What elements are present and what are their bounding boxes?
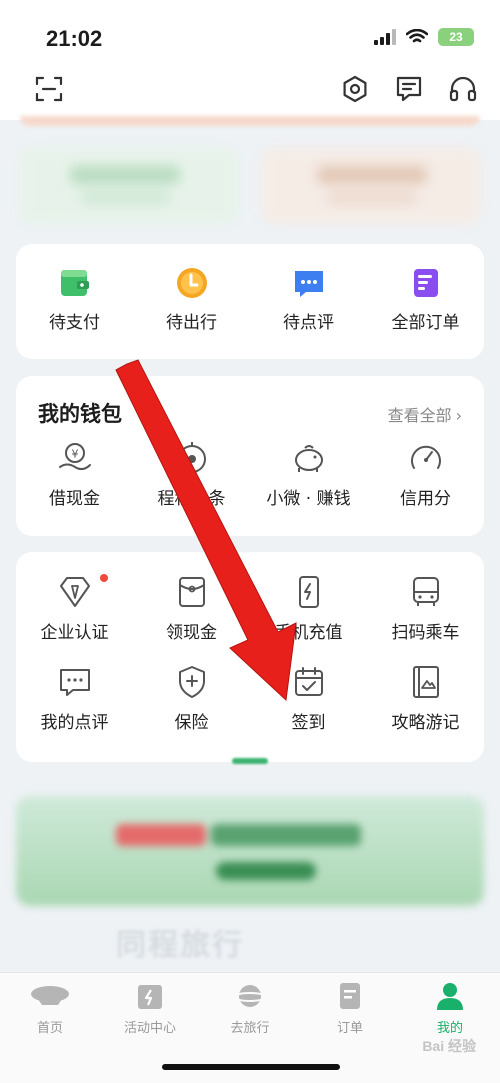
tab-label: 首页 (36, 1021, 63, 1036)
status-bar: 21:02 23 (0, 0, 500, 64)
service-label: 领现金 (166, 623, 217, 643)
top-bar (0, 64, 500, 120)
home-indicator (162, 1064, 340, 1070)
promo-banner[interactable] (16, 796, 484, 906)
comment-icon (294, 271, 323, 297)
wallet-borrow-cash[interactable]: ¥ 借现金 (16, 440, 133, 509)
battery-icon: 23 (438, 28, 474, 46)
service-travel-guide[interactable]: 攻略游记 (367, 664, 484, 733)
tab-label: 去旅行 (230, 1021, 270, 1036)
service-insurance[interactable]: 保险 (133, 664, 250, 733)
watermark: Bai 经验 (422, 1038, 476, 1054)
order-label: 待支付 (49, 313, 100, 333)
headset-icon[interactable] (448, 74, 478, 104)
service-my-reviews[interactable]: 我的点评 (16, 664, 133, 733)
blurred-promo-left[interactable] (20, 148, 238, 224)
chat-bubble-icon (59, 669, 90, 696)
order-icon (340, 983, 360, 1009)
service-label: 攻略游记 (391, 713, 460, 733)
service-label: 保险 (174, 713, 209, 733)
wallet-title: 我的钱包 (38, 402, 122, 426)
wallet-view-all-link[interactable]: 查看全部 › (388, 402, 462, 426)
clock-icon (176, 268, 207, 298)
order-label: 待点评 (283, 313, 334, 333)
service-enterprise-auth[interactable]: 企业认证 (16, 574, 133, 643)
calendar-check-icon (294, 667, 323, 696)
scan-icon[interactable] (34, 74, 64, 104)
tab-home[interactable]: 首页 (0, 981, 100, 1036)
service-scan-bus[interactable]: 扫码乘车 (367, 574, 484, 643)
wallet-label: 借现金 (49, 489, 100, 509)
service-phone-recharge[interactable]: 手机充值 (250, 574, 367, 643)
settings-icon[interactable] (340, 74, 370, 104)
tab-label: 我的 (436, 1021, 463, 1036)
cash-hand-icon: ¥ (58, 443, 91, 471)
wallet-more-label: 查看全部 (387, 406, 452, 425)
svg-text:¥: ¥ (71, 448, 78, 461)
message-icon[interactable] (394, 74, 424, 104)
travel-guide-icon (412, 666, 439, 698)
service-get-cash[interactable]: 领现金 (133, 574, 250, 643)
tab-go-travel[interactable]: 去旅行 (200, 981, 300, 1036)
order-pending-payment[interactable]: 待支付 (16, 266, 133, 333)
service-label: 企业认证 (40, 623, 109, 643)
service-label: 扫码乘车 (391, 623, 460, 643)
chevron-right-icon: › (455, 406, 462, 425)
diamond-tie-icon (59, 577, 90, 607)
wallet-credit-bar[interactable]: 程程白条 (133, 440, 250, 509)
home-airship-icon (31, 986, 69, 1005)
activity-calendar-icon (138, 985, 162, 1009)
order-pending-trip[interactable]: 待出行 (133, 266, 250, 333)
gauge-icon (410, 445, 441, 469)
order-all[interactable]: 全部订单 (367, 266, 484, 333)
brand-logo-text: 同程旅行 (116, 928, 244, 963)
wallet-credit-score[interactable]: 信用分 (367, 440, 484, 509)
service-label: 签到 (291, 713, 326, 733)
services-card: 企业认证 领现金 手机充值 扫码乘车 我的点评 保险 签到 攻略游记 (16, 552, 484, 762)
planet-icon (233, 985, 267, 1007)
wallet-card: 我的钱包 查看全部 › ¥ 借现金 程程白条 小微 · 赚钱 信用分 (16, 376, 484, 536)
tab-label: 活动中心 (123, 1021, 176, 1036)
wallet-label: 程程白条 (157, 489, 226, 509)
wallet-earn-money[interactable]: 小微 · 赚钱 (250, 440, 367, 509)
service-label: 我的点评 (40, 713, 109, 733)
service-label: 手机充值 (274, 623, 343, 643)
credit-bar-icon (177, 442, 206, 473)
order-label: 全部订单 (391, 313, 460, 333)
red-packet-icon (178, 577, 205, 607)
profile-icon (437, 983, 463, 1010)
shield-plus-icon (178, 666, 205, 698)
status-indicators: 23 (374, 28, 474, 46)
wifi-icon (406, 29, 428, 43)
tab-activity-center[interactable]: 活动中心 (100, 981, 200, 1036)
status-time: 21:02 (46, 26, 103, 51)
tab-orders[interactable]: 订单 (300, 981, 400, 1036)
blurred-strip (20, 116, 480, 126)
notification-badge (100, 574, 108, 582)
wallet-icon (60, 270, 89, 296)
orders-card: 待支付 待出行 待点评 全部订单 (16, 244, 484, 359)
order-label: 待出行 (166, 313, 217, 333)
wallet-label: 信用分 (400, 489, 451, 509)
bus-icon (412, 577, 439, 606)
phone-charge-icon (298, 576, 319, 608)
tab-mine[interactable]: 我的 (400, 981, 500, 1036)
piggy-bank-icon (294, 445, 323, 472)
tab-label: 订单 (336, 1021, 363, 1036)
signal-icon (374, 29, 396, 45)
blurred-promo-right[interactable] (262, 148, 480, 224)
service-check-in[interactable]: 签到 (250, 664, 367, 733)
order-pending-review[interactable]: 待点评 (250, 266, 367, 333)
wallet-label: 小微 · 赚钱 (266, 489, 351, 509)
order-list-icon (413, 269, 438, 297)
page-indicator (232, 758, 268, 764)
